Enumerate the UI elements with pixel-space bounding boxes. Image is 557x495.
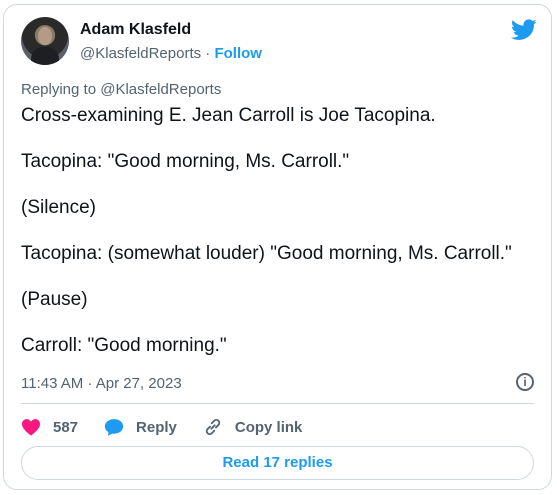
copy-link-button[interactable]: Copy link xyxy=(203,417,303,437)
tweet-line: Tacopina: (somewhat louder) "Good mornin… xyxy=(21,243,512,264)
avatar-shirt xyxy=(31,47,59,65)
tweet-line: (Silence) xyxy=(21,197,96,218)
tweet-line: Cross-examining E. Jean Carroll is Joe T… xyxy=(21,105,436,126)
author-handle-row: @KlasfeldReports · Follow xyxy=(80,45,262,62)
avatar-face xyxy=(38,27,52,45)
link-icon xyxy=(205,418,221,436)
author-name[interactable]: Adam Klasfeld xyxy=(80,21,191,39)
copy-link-label: Copy link xyxy=(234,418,303,436)
speech-bubble-icon xyxy=(104,418,124,436)
like-button[interactable]: 587 xyxy=(21,418,78,436)
heart-icon xyxy=(22,419,40,436)
reply-label: Reply xyxy=(136,418,177,436)
tweet-body: Cross-examining E. Jean Carroll is Joe T… xyxy=(21,104,541,380)
avatar[interactable] xyxy=(21,17,69,65)
reply-button[interactable]: Reply xyxy=(104,418,177,437)
twitter-bird-icon[interactable] xyxy=(511,19,537,41)
timestamp[interactable]: 11:43 AM · Apr 27, 2023 xyxy=(21,375,182,392)
info-icon[interactable]: i xyxy=(516,373,534,391)
read-replies-button[interactable]: Read 17 replies xyxy=(21,446,534,480)
handle-separator: · xyxy=(201,45,215,62)
divider xyxy=(21,403,534,404)
like-count: 587 xyxy=(53,418,79,436)
action-bar: 587 Reply Copy link xyxy=(21,415,328,439)
tweet-line: Carroll: "Good morning." xyxy=(21,335,227,356)
author-handle[interactable]: @KlasfeldReports xyxy=(80,45,201,62)
follow-button[interactable]: Follow xyxy=(214,45,262,62)
tweet-line: (Pause) xyxy=(21,289,88,310)
tweet-line: Tacopina: "Good morning, Ms. Carroll." xyxy=(21,151,350,172)
replying-to[interactable]: Replying to @KlasfeldReports xyxy=(21,81,221,98)
tweet-card: Adam Klasfeld @KlasfeldReports · Follow … xyxy=(3,4,552,490)
